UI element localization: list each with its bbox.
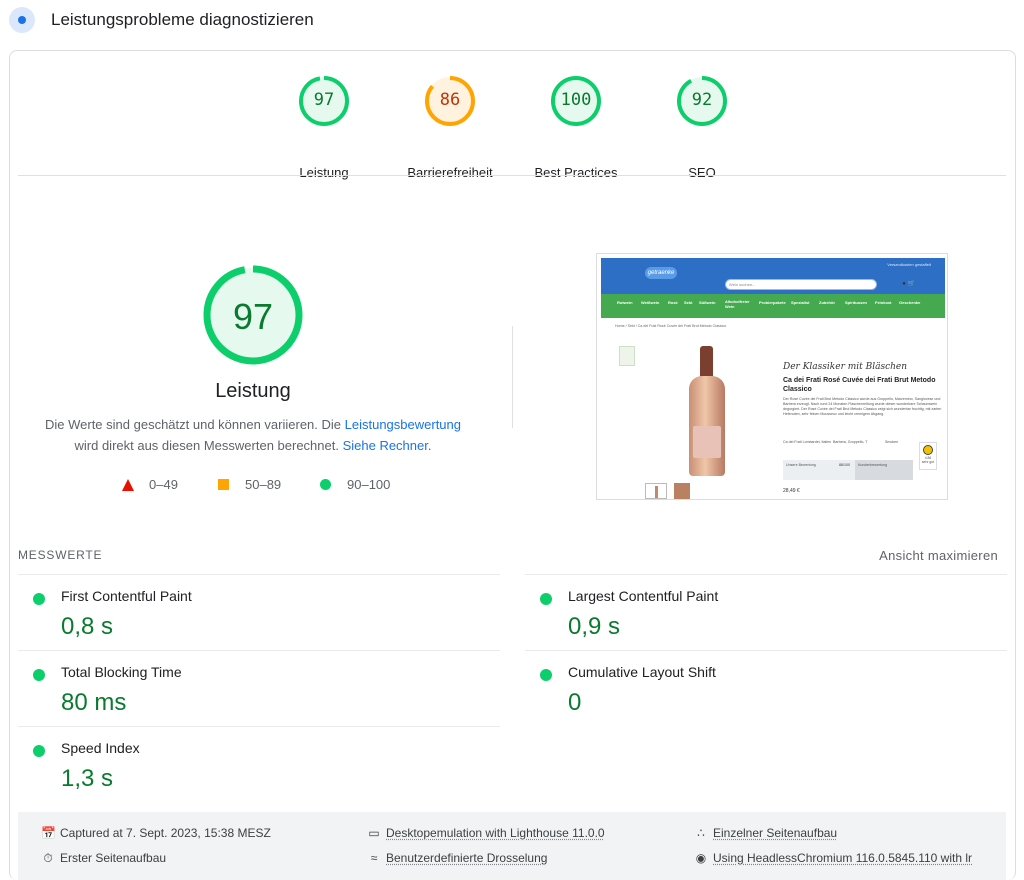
metrics-title: MESSWERTE [18,548,103,562]
shot-topbar: getraenke Versandkosten gestaffelt Wein … [601,258,945,294]
performance-description: Die Werte sind geschätzt und können vari… [44,417,461,453]
shot-bottle-label [693,426,721,458]
metric-lcp: Largest Contentful Paint 0,9 s [525,574,1007,650]
shot-feature: Smoken [885,440,899,444]
metric-label: Speed Index [61,740,140,756]
shot-product-title: Ca dei Frati Rosé Cuvée dei Frati Brut M… [783,377,936,393]
device-icon: ▭ [368,826,380,840]
network-icon: ≈ [370,851,378,865]
shot-gallery-thumb [674,483,690,499]
gauge-best-practices[interactable]: 100 Best Practices [521,75,631,180]
shot-nav-item: Geschenke [899,300,921,305]
gauge-label: SEO [688,165,716,180]
pass-dot-icon [540,669,552,681]
shot-trust-badge: 4.86 sehr gut [919,442,937,470]
shot-breadcrumb: Home / Sekt / Ca dei Frati Rosé Cuvée de… [615,324,727,328]
shot-nav: Rotwein Weißwein Rosé Sekt Süßwein Alkoholfre… [601,294,945,318]
runtime-settings [18,812,1006,880]
circle-icon [320,479,331,490]
pass-dot-icon [33,669,45,681]
shot-brand-logo: getraenke [645,267,677,279]
shot-nav-item: Spezialist [791,300,810,305]
shot-nav-item: Rosé [668,300,678,305]
shot-bottle-icon [700,346,713,380]
shot-rating-bar: Unsere Bewertung 88/100 Kundenbewertung [783,460,913,480]
metric-tbt: Total Blocking Time 80 ms [18,650,500,726]
shot-feature: Barbera, Groppello, T [833,440,868,444]
shot-user-cart-icon: ● 🛒 [902,281,915,287]
metric-label: First Contentful Paint [61,588,192,604]
pass-dot-icon [33,593,45,605]
vertical-divider [512,326,513,428]
gauge-score: 97 [313,90,335,110]
gauge-score: 100 [560,90,592,110]
shot-toptext: Versandkosten gestaffelt [887,262,931,267]
expand-view-button[interactable]: Ansicht maximieren [879,548,998,563]
shot-nav-item: Zubehör [819,300,835,305]
gauge-score: 86 [439,90,461,110]
chrome-icon: ◉ [695,851,707,865]
shot-nav-item: Süßwein [699,300,716,305]
metric-value: 1,3 s [61,765,114,792]
pass-dot-icon [33,745,45,757]
pass-dot-icon [540,593,552,605]
shot-price: 28,49 € [783,488,800,494]
pagespeed-logo-icon [9,7,35,33]
final-screenshot[interactable]: getraenke Versandkosten gestaffelt Wein … [596,253,948,500]
shot-product-text: Der Rosé Cuvée dei Frati Brut Metodo Cla… [783,397,942,416]
shot-gallery-thumb [645,483,667,499]
page-load-icon: ∴ [697,826,705,840]
calculator-link[interactable]: Siehe Rechner [343,438,428,453]
metric-value: 0,8 s [61,613,114,640]
metric-value: 80 ms [61,689,127,716]
gauge-score: 92 [691,90,713,110]
shot-nav-item: Feinkost [875,300,892,305]
metric-value: 0,9 s [568,613,621,640]
metric-value: 0 [568,689,582,716]
metric-label: Total Blocking Time [61,664,182,680]
stopwatch-icon: ⏱ [43,851,53,865]
score-link[interactable]: Leistungsbewertung [345,417,461,432]
metric-label: Cumulative Layout Shift [568,664,716,680]
metric-si: Speed Index 1,3 s [18,726,500,802]
divider [18,175,1006,176]
shot-nav-item: Spirituosen [845,300,868,305]
shot-nav-item: Probierpakete [759,300,786,305]
shot-nav-item: Sekt [684,300,693,305]
shot-search: Wein suchen... [725,279,877,290]
shot-award-thumb [619,346,635,366]
gauge-seo[interactable]: 92 SEO [647,75,757,180]
gauge-leistung[interactable]: 97 Leistung [269,75,379,180]
seal-icon [923,445,933,455]
metric-fcp: First Contentful Paint 0,8 s [18,574,500,650]
shot-nav-item: Rotwein [617,300,633,305]
triangle-icon [122,479,134,491]
performance-label: Leistung [215,380,291,402]
performance-score: 97 [232,296,274,337]
metric-label: Largest Contentful Paint [568,588,719,604]
metric-cls: Cumulative Layout Shift 0 [525,650,1007,726]
shot-script-heading: Der Klassiker mit Bläschen [783,362,908,372]
gauge-barrierefreiheit[interactable]: 86 Barrierefreiheit [395,75,505,180]
shot-nav-item: Weißwein [641,300,660,305]
page-title: Leistungsprobleme diagnostizieren [51,10,314,29]
shot-nav-item: Alkoholfreier Wein [725,299,750,309]
shot-feature: Ca dei Frati Lombardei, Italien [783,440,832,444]
calendar-icon: 📅 [41,826,56,840]
page-header: Leistungsprobleme diagnostizieren [0,0,1024,42]
square-icon [218,479,229,490]
